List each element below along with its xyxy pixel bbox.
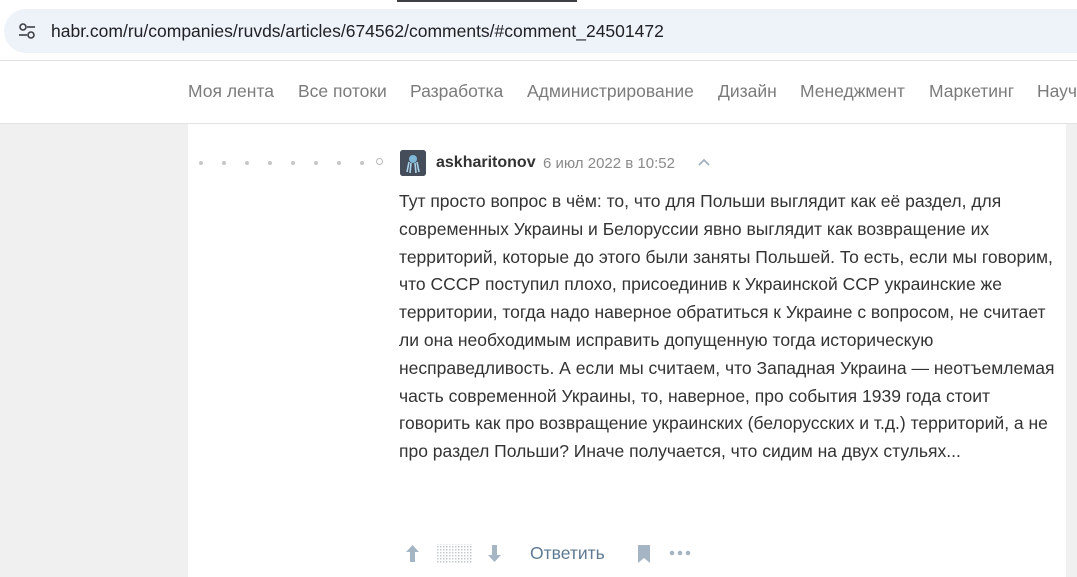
- thread-level-dot: [245, 161, 249, 165]
- thread-level-dot: [314, 161, 318, 165]
- arrow-down-icon[interactable]: [486, 543, 503, 564]
- reply-button[interactable]: Ответить: [530, 543, 605, 564]
- thread-current-level-marker[interactable]: [376, 158, 383, 165]
- thread-level-dot: [291, 161, 295, 165]
- url-text[interactable]: habr.com/ru/companies/ruvds/articles/674…: [51, 21, 664, 42]
- nav-item-marketing[interactable]: Маркетинг: [929, 81, 1014, 102]
- nav-item-popsci[interactable]: Научпоп: [1037, 81, 1077, 102]
- browser-toolbar: habr.com/ru/companies/ruvds/articles/674…: [0, 0, 1077, 61]
- avatar-image: [400, 150, 426, 176]
- more-horizontal-icon[interactable]: [669, 550, 691, 556]
- nav-item-my-feed[interactable]: Моя лента: [188, 81, 274, 102]
- thread-level-dot: [337, 161, 341, 165]
- active-tab-indicator: [397, 0, 577, 2]
- vote-score-placeholder: [437, 544, 472, 563]
- nav-item-all-streams[interactable]: Все потоки: [298, 81, 387, 102]
- comment-text: Тут просто вопрос в чём: то, что для Пол…: [399, 191, 1055, 462]
- avatar[interactable]: [400, 150, 426, 176]
- site-nav: Моя лента Все потоки Разработка Админист…: [0, 61, 1077, 124]
- arrow-up-icon[interactable]: [404, 543, 421, 564]
- thread-level-dot: [268, 161, 272, 165]
- nav-item-administration[interactable]: Администрирование: [527, 81, 694, 102]
- address-bar[interactable]: habr.com/ru/companies/ruvds/articles/674…: [4, 9, 1077, 53]
- comment-timestamp[interactable]: 6 июл 2022 в 10:52: [543, 155, 675, 172]
- bookmark-icon[interactable]: [636, 544, 652, 564]
- nav-item-development[interactable]: Разработка: [410, 81, 503, 102]
- site-settings-icon[interactable]: [18, 22, 36, 40]
- chevron-up-icon[interactable]: [697, 157, 711, 167]
- nav-item-management[interactable]: Менеджмент: [800, 81, 905, 102]
- nav-item-design[interactable]: Дизайн: [718, 81, 777, 102]
- thread-level-dot: [222, 161, 226, 165]
- thread-level-dot: [199, 161, 203, 165]
- comment-author[interactable]: askharitonov: [436, 154, 536, 172]
- thread-level-dot: [360, 161, 364, 165]
